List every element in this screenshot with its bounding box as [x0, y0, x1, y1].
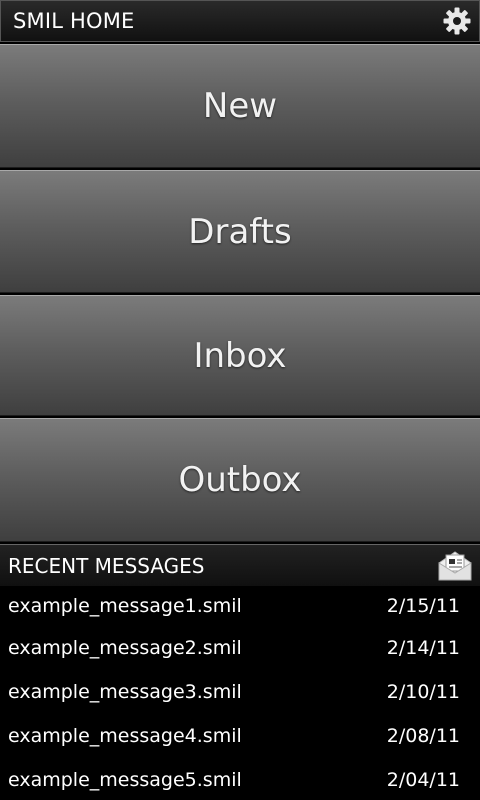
message-name: example_message3.smil — [8, 681, 242, 703]
recent-messages-title: RECENT MESSAGES — [8, 553, 205, 578]
title-bar: SMIL HOME — [0, 0, 480, 42]
message-date: 2/08/11 — [386, 725, 460, 747]
message-date: 2/15/11 — [386, 595, 460, 617]
recent-messages-list: example_message1.smil 2/15/11 example_me… — [0, 586, 480, 800]
app-screen: SMIL HOME New Drafts Inbox Outbox RECENT… — [0, 0, 480, 800]
message-date: 2/14/11 — [386, 637, 460, 659]
list-item[interactable]: example_message4.smil 2/08/11 — [0, 714, 480, 758]
message-name: example_message2.smil — [8, 637, 242, 659]
drafts-button[interactable]: Drafts — [0, 170, 480, 293]
open-envelope-icon[interactable] — [436, 549, 474, 583]
outbox-button[interactable]: Outbox — [0, 418, 480, 542]
inbox-button[interactable]: Inbox — [0, 295, 480, 416]
list-item[interactable]: example_message1.smil 2/15/11 — [0, 586, 480, 626]
list-item[interactable]: example_message5.smil 2/04/11 — [0, 758, 480, 800]
app-title: SMIL HOME — [13, 9, 135, 33]
message-date: 2/10/11 — [386, 681, 460, 703]
message-name: example_message1.smil — [8, 595, 242, 617]
message-date: 2/04/11 — [386, 769, 460, 791]
message-name: example_message5.smil — [8, 769, 242, 791]
list-item[interactable]: example_message2.smil 2/14/11 — [0, 626, 480, 670]
new-button[interactable]: New — [0, 44, 480, 168]
gear-icon[interactable] — [441, 5, 473, 37]
list-item[interactable]: example_message3.smil 2/10/11 — [0, 670, 480, 714]
recent-messages-header: RECENT MESSAGES — [0, 544, 480, 586]
message-name: example_message4.smil — [8, 725, 242, 747]
